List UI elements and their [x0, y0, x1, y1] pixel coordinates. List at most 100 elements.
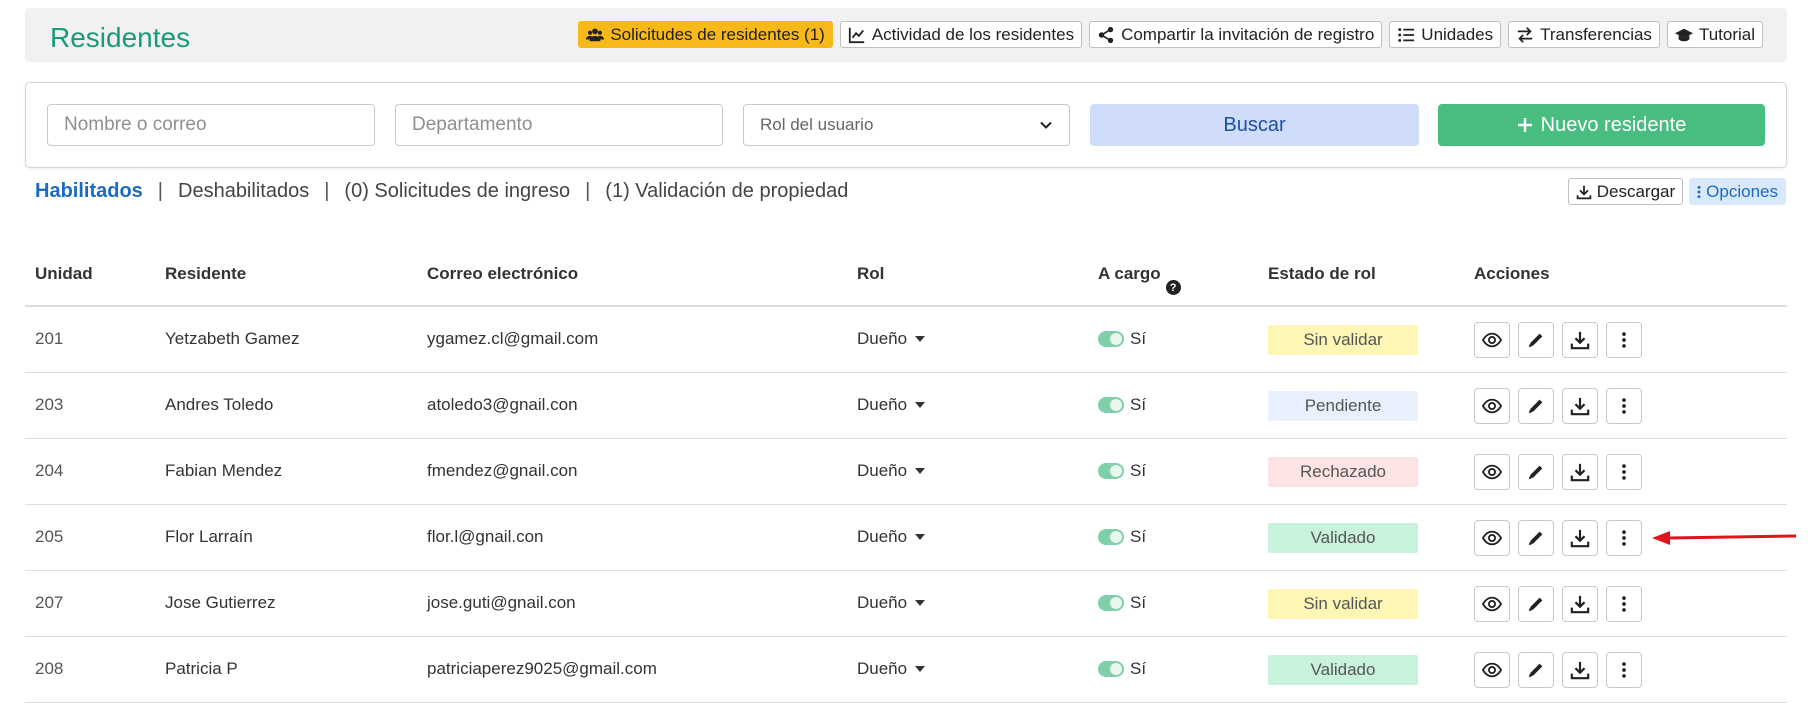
- tab-separator: |: [585, 180, 591, 202]
- name-email-input[interactable]: [47, 104, 375, 146]
- more-options-button[interactable]: [1606, 454, 1642, 490]
- header-correo: Correo electrónico: [427, 264, 579, 283]
- units-label: Unidades: [1421, 24, 1494, 44]
- edit-button[interactable]: [1518, 520, 1554, 556]
- download-button[interactable]: Descargar: [1567, 178, 1684, 205]
- cell-rol: Dueño: [857, 395, 908, 414]
- download-icon: [1570, 463, 1590, 482]
- graduation-cap-icon: [1674, 28, 1693, 41]
- edit-button[interactable]: [1518, 586, 1554, 622]
- download-row-button[interactable]: [1562, 322, 1598, 358]
- download-row-button[interactable]: [1562, 454, 1598, 490]
- view-button[interactable]: [1474, 586, 1510, 622]
- tab-validacion-propiedad[interactable]: (1) Validación de propiedad: [605, 180, 848, 203]
- more-options-button[interactable]: [1606, 652, 1642, 688]
- edit-button[interactable]: [1518, 652, 1554, 688]
- download-icon: [1570, 397, 1590, 416]
- cell-unidad: 208: [35, 659, 64, 678]
- tab-solicitudes-ingreso[interactable]: (0) Solicitudes de ingreso: [344, 180, 570, 203]
- cell-correo: fmendez@gnail.con: [427, 461, 578, 480]
- resident-activity-button[interactable]: Actividad de los residentes: [839, 21, 1083, 48]
- row-actions: [1474, 322, 1642, 358]
- table-row: 205 Flor Larraín flor.l@gnail.con Dueño …: [25, 505, 1787, 571]
- edit-button[interactable]: [1518, 454, 1554, 490]
- user-role-select-value: Rol del usuario: [760, 115, 874, 134]
- department-input[interactable]: [395, 104, 723, 146]
- role-dropdown[interactable]: Dueño: [857, 461, 926, 481]
- role-dropdown[interactable]: Dueño: [857, 527, 926, 547]
- cell-rol: Dueño: [857, 659, 908, 678]
- view-button[interactable]: [1474, 520, 1510, 556]
- role-dropdown[interactable]: Dueño: [857, 395, 926, 415]
- cell-rol: Dueño: [857, 329, 908, 348]
- view-button[interactable]: [1474, 388, 1510, 424]
- table-tools: Descargar Opciones: [1567, 178, 1786, 205]
- edit-button[interactable]: [1518, 388, 1554, 424]
- row-actions: [1474, 652, 1642, 688]
- role-dropdown[interactable]: Dueño: [857, 329, 926, 349]
- cell-residente: Yetzabeth Gamez: [165, 329, 300, 348]
- more-options-button[interactable]: [1606, 520, 1642, 556]
- table-body: 201 Yetzabeth Gamez ygamez.cl@gmail.com …: [25, 307, 1787, 703]
- a-cargo-toggle[interactable]: Sí: [1098, 527, 1146, 547]
- cell-residente: Fabian Mendez: [165, 461, 283, 480]
- cell-unidad: 203: [35, 395, 64, 414]
- view-button[interactable]: [1474, 454, 1510, 490]
- cell-correo: ygamez.cl@gmail.com: [427, 329, 599, 348]
- tab-habilitados[interactable]: Habilitados: [35, 180, 143, 203]
- role-dropdown[interactable]: Dueño: [857, 593, 926, 613]
- toggle-switch[interactable]: [1098, 529, 1124, 545]
- cell-residente: Flor Larraín: [165, 527, 253, 546]
- vertical-dots-icon: [1622, 332, 1626, 348]
- download-row-button[interactable]: [1562, 388, 1598, 424]
- toggle-switch[interactable]: [1098, 661, 1124, 677]
- resident-requests-button[interactable]: Solicitudes de residentes (1): [578, 21, 833, 48]
- a-cargo-toggle[interactable]: Sí: [1098, 329, 1146, 349]
- tutorial-button[interactable]: Tutorial: [1666, 21, 1763, 48]
- view-button[interactable]: [1474, 322, 1510, 358]
- cell-residente: Patricia P: [165, 659, 238, 678]
- caret-down-icon: [915, 336, 926, 342]
- pencil-icon: [1528, 663, 1543, 678]
- options-button[interactable]: Opciones: [1689, 178, 1786, 205]
- edit-button[interactable]: [1518, 322, 1554, 358]
- eye-icon: [1482, 464, 1502, 480]
- a-cargo-toggle[interactable]: Sí: [1098, 659, 1146, 679]
- toggle-switch[interactable]: [1098, 595, 1124, 611]
- download-row-button[interactable]: [1562, 586, 1598, 622]
- more-options-button[interactable]: [1606, 322, 1642, 358]
- role-dropdown[interactable]: Dueño: [857, 659, 926, 679]
- question-circle-icon[interactable]: ?: [1165, 280, 1181, 295]
- annotation-arrow: [1652, 531, 1796, 545]
- resident-activity-label: Actividad de los residentes: [871, 24, 1075, 44]
- status-badge: Validado: [1268, 655, 1418, 685]
- status-badge: Rechazado: [1268, 457, 1418, 487]
- a-cargo-toggle[interactable]: Sí: [1098, 461, 1146, 481]
- download-row-button[interactable]: [1562, 520, 1598, 556]
- toggle-switch[interactable]: [1098, 463, 1124, 479]
- row-actions: [1474, 520, 1642, 556]
- share-invitation-label: Compartir la invitación de registro: [1121, 24, 1375, 44]
- a-cargo-toggle[interactable]: Sí: [1098, 395, 1146, 415]
- share-invitation-button[interactable]: Compartir la invitación de registro: [1089, 21, 1383, 48]
- view-button[interactable]: [1474, 652, 1510, 688]
- download-icon: [1576, 185, 1592, 199]
- search-button[interactable]: Buscar: [1090, 104, 1419, 146]
- pencil-icon: [1528, 597, 1543, 612]
- user-role-select[interactable]: Rol del usuario: [743, 104, 1070, 146]
- status-badge: Sin validar: [1268, 589, 1418, 619]
- toggle-switch[interactable]: [1098, 331, 1124, 347]
- download-row-button[interactable]: [1562, 652, 1598, 688]
- search-filters-card: Rol del usuario Buscar Nuevo residente: [25, 82, 1787, 168]
- more-options-button[interactable]: [1606, 388, 1642, 424]
- transfers-button[interactable]: Transferencias: [1508, 21, 1660, 48]
- units-button[interactable]: Unidades: [1389, 21, 1502, 48]
- tab-deshabilitados[interactable]: Deshabilitados: [178, 180, 309, 203]
- residents-table: Unidad Residente Correo electrónico Rol …: [25, 248, 1787, 703]
- new-resident-button[interactable]: Nuevo residente: [1438, 104, 1765, 146]
- toggle-switch[interactable]: [1098, 397, 1124, 413]
- pencil-icon: [1528, 465, 1543, 480]
- a-cargo-toggle[interactable]: Sí: [1098, 593, 1146, 613]
- options-label: Opciones: [1706, 181, 1778, 201]
- more-options-button[interactable]: [1606, 586, 1642, 622]
